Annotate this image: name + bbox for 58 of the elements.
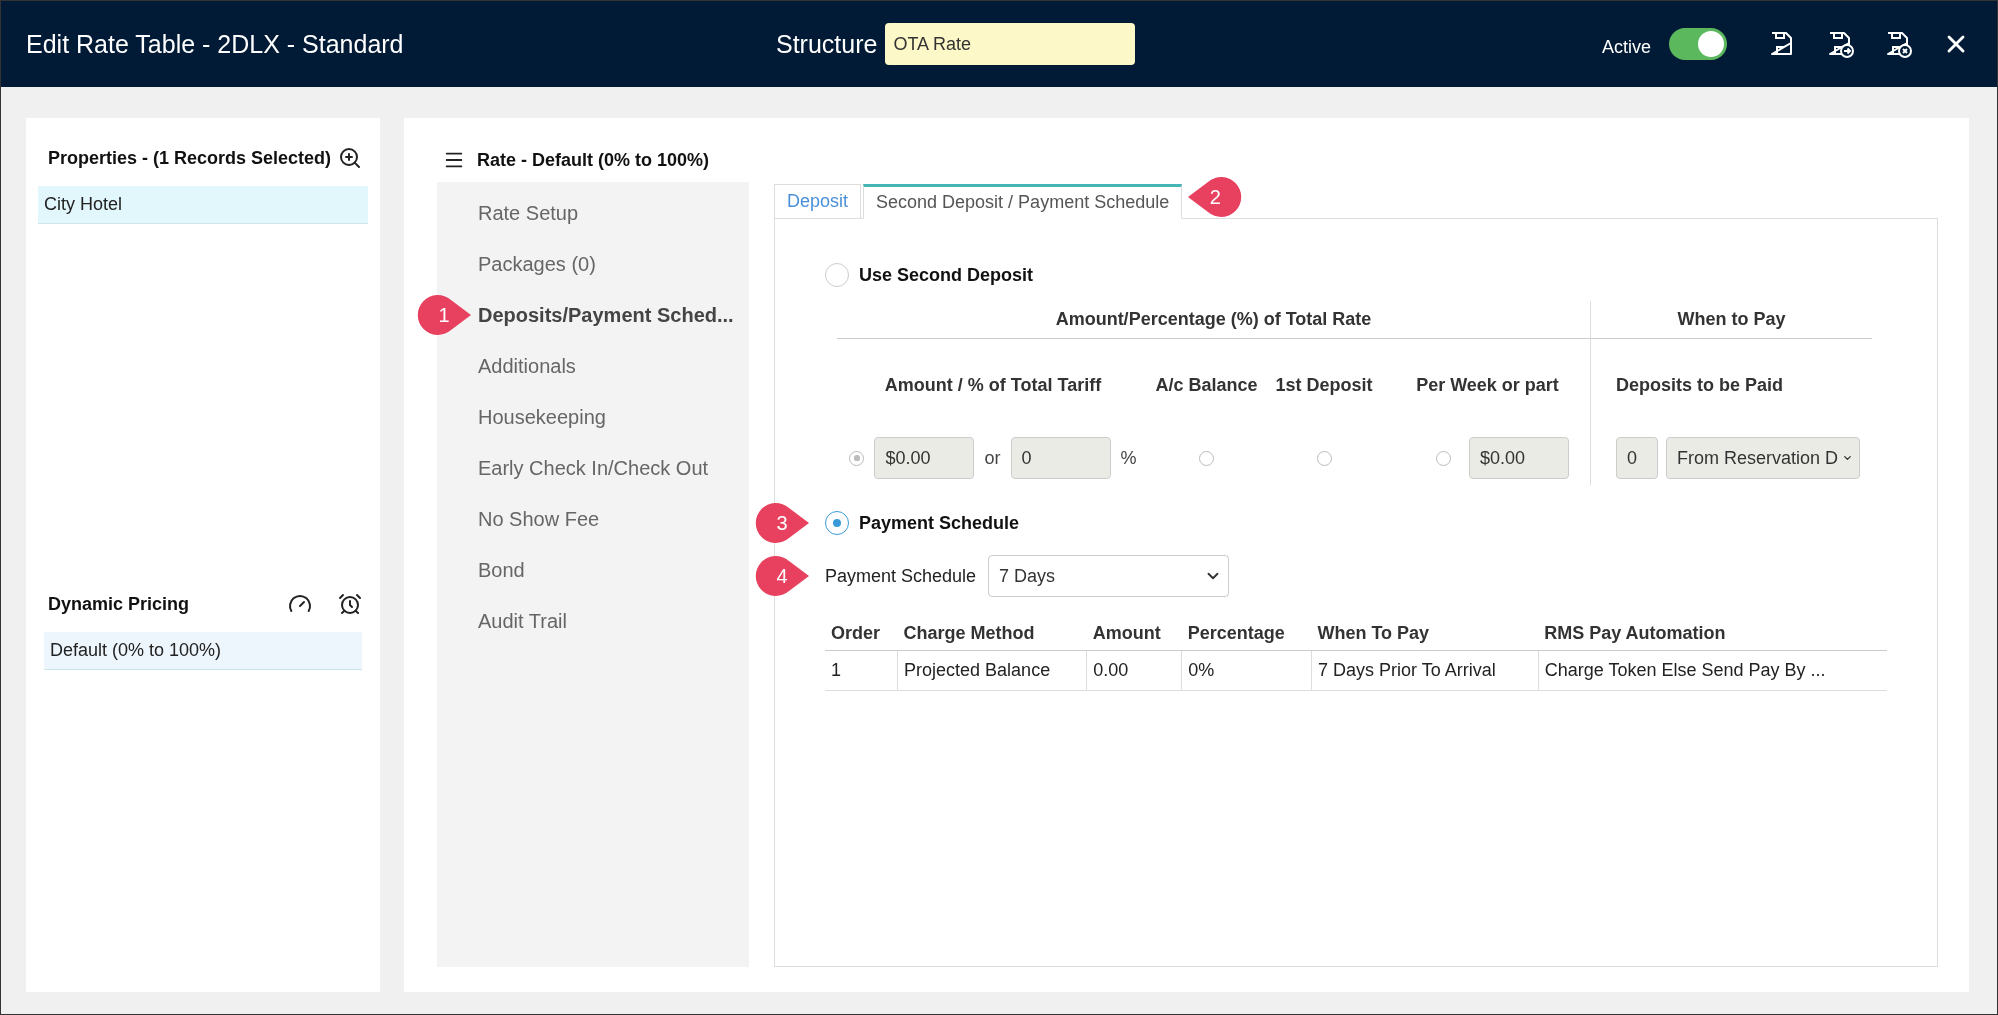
column-header: When To Pay [1311,617,1539,651]
active-label: Active [1601,36,1651,58]
pricing-item[interactable]: Default (0% to 100%) [44,632,362,670]
nav-item[interactable]: No Show Fee [478,508,600,531]
percent-label: % [1120,447,1137,469]
table-cell: Projected Balance [897,650,1087,691]
column-header: Order [825,617,898,651]
deposit-count-field[interactable]: 0 [1616,437,1658,479]
column-heading: A/c Balance [1154,374,1259,396]
radio-label: Use Second Deposit [859,264,1034,286]
nav-item[interactable]: Bond [478,559,525,582]
alarm-clock-icon[interactable] [338,592,362,616]
column-header: Charge Method [897,617,1087,651]
nav-item[interactable]: Deposits/Payment Sched... [478,304,734,327]
zoom-in-icon[interactable] [338,146,362,170]
table-cell: Charge Token Else Send Pay By ... [1538,650,1887,691]
percent-field[interactable]: 0 [1010,437,1111,479]
column-heading: Per Week or part [1415,374,1560,396]
property-item[interactable]: City Hotel [38,186,368,224]
structure-field[interactable]: OTA Rate [885,23,1136,65]
nav-item[interactable]: Audit Trail [478,610,567,633]
field-label: Payment Schedule [825,565,977,587]
tab[interactable]: Second Deposit / Payment Schedule [863,184,1183,219]
radio-button[interactable] [849,450,865,466]
nav-item[interactable]: Rate Setup [478,202,579,225]
active-toggle[interactable] [1669,28,1727,60]
per-week-field[interactable]: $0.00 [1469,437,1569,479]
radio-button[interactable] [1199,450,1214,466]
amount-field[interactable]: $0.00 [874,437,975,479]
radio-button[interactable] [1436,450,1451,466]
panel-title: Properties - (1 Records Selected) [48,147,332,169]
radio-label: Payment Schedule [859,512,1020,534]
table-cell: 0.00 [1086,650,1182,691]
payment-schedule-dropdown[interactable]: 7 Days [988,555,1230,597]
column-header: Amount [1086,617,1182,651]
column-heading: 1st Deposit [1274,374,1374,396]
table-cell: 0% [1181,650,1312,691]
nav-item[interactable]: Packages (0) [478,253,596,276]
nav-item[interactable]: Early Check In/Check Out [478,457,709,480]
from-dropdown[interactable]: From Reservation D [1666,437,1860,479]
column-header: RMS Pay Automation [1538,617,1887,651]
column-heading: Deposits to be Paid [1616,374,1784,396]
structure-label: Structure [776,29,878,59]
panel-title: Dynamic Pricing [48,593,190,615]
group-heading: When to Pay [1591,301,1872,339]
radio-button[interactable] [825,263,849,287]
rate-title: Rate - Default (0% to 100%) [477,149,710,171]
radio-button[interactable] [825,511,849,535]
or-label: or [984,447,1001,469]
column-heading: Amount / % of Total Tariff [883,374,1103,396]
radio-button[interactable] [1316,450,1332,466]
column-header: Percentage [1181,617,1312,651]
group-heading: Amount/Percentage (%) of Total Rate [837,301,1590,339]
nav-item[interactable]: Housekeeping [478,406,606,429]
window-title: Edit Rate Table - 2DLX - Standard [26,29,405,59]
table-cell: 7 Days Prior To Arrival [1311,650,1539,691]
table-cell: 1 [825,650,898,691]
nav-item[interactable]: Additionals [478,355,576,378]
